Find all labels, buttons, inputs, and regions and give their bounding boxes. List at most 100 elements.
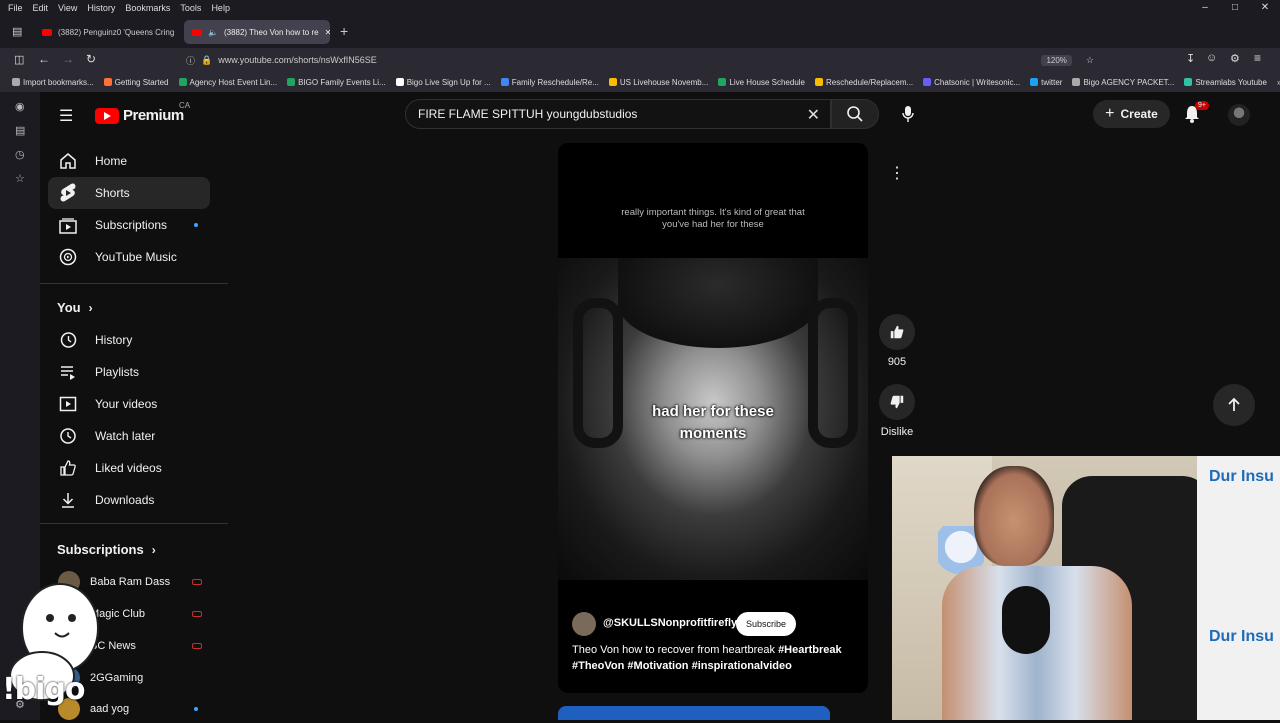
sidebar-divider: [40, 523, 228, 524]
maximize-icon[interactable]: □: [1220, 0, 1250, 16]
tab-theo-von[interactable]: 🔈 (3882) Theo Von how to re ✕: [184, 20, 330, 44]
minimize-icon[interactable]: –: [1190, 0, 1220, 16]
sidebar-item-shorts[interactable]: Shorts: [48, 177, 210, 209]
downloads-icon[interactable]: ↧: [1186, 52, 1195, 65]
tab-list-icon[interactable]: ▤: [12, 25, 22, 38]
url-bar[interactable]: ⓘ 🔒 www.youtube.com/shorts/nsWxfIN56SE 1…: [182, 51, 1102, 69]
bookmark-item[interactable]: Import bookmarks...: [12, 78, 94, 87]
bookmark-favicon-icon: [718, 78, 727, 86]
sidebar-item-watch-later[interactable]: Watch later: [48, 420, 210, 452]
menu-bookmarks[interactable]: Bookmarks: [125, 3, 170, 13]
short-title[interactable]: Theo Von how to recover from heartbreak …: [572, 642, 862, 674]
channel-name[interactable]: @SKULLSNonprofitfirefly: [603, 617, 737, 629]
bookmark-label: Import bookmarks...: [23, 77, 94, 87]
bookmark-item[interactable]: Family Reschedule/Re...: [500, 77, 599, 87]
close-window-icon[interactable]: ✕: [1250, 0, 1280, 16]
tab-close-icon[interactable]: ✕: [325, 28, 330, 37]
bookmark-item[interactable]: BIGO Family Events Li...: [287, 78, 386, 87]
menu-file[interactable]: File: [8, 3, 23, 13]
forward-icon[interactable]: →: [62, 52, 74, 66]
like-button[interactable]: [879, 314, 915, 350]
clear-search-icon[interactable]: ✕: [807, 105, 820, 125]
menu-edit[interactable]: Edit: [33, 3, 49, 13]
extensions-icon[interactable]: ⚙: [1230, 52, 1240, 65]
ai-chat-icon[interactable]: ◉: [15, 100, 25, 113]
zoom-level[interactable]: 120%: [1041, 54, 1072, 66]
sidebar-item-label: Shorts: [95, 186, 130, 200]
menu-history[interactable]: History: [87, 3, 115, 13]
shorts-icon: [60, 183, 76, 202]
synced-tabs-icon[interactable]: ▤: [15, 124, 25, 137]
create-button[interactable]: + Create: [1093, 100, 1170, 128]
bookmark-item[interactable]: Chatsonic | Writesonic...: [923, 78, 1020, 87]
hashtag-link[interactable]: #TheoVon #Motivation #inspirationalvideo: [572, 660, 792, 672]
bookmark-item[interactable]: Streamlabs Youtube: [1184, 78, 1267, 87]
sidebar-toggle-icon[interactable]: ◫: [14, 53, 24, 66]
search-input[interactable]: FIRE FLAME SPITTUH youngdubstudios ✕: [405, 99, 831, 129]
menu-view[interactable]: View: [58, 3, 77, 13]
sidebar-item-home[interactable]: Home: [48, 145, 210, 177]
tab-penguinz0[interactable]: (3882) Penguinz0 'Queens Cring ✕: [34, 20, 180, 44]
subscribe-button[interactable]: Subscribe: [736, 612, 796, 636]
microphone-icon: [902, 106, 914, 122]
history-sidebar-icon[interactable]: ◷: [15, 148, 25, 161]
short-video-player[interactable]: really important things. It's kind of gr…: [558, 143, 868, 693]
new-tab-icon[interactable]: +: [340, 23, 348, 39]
menu-help[interactable]: Help: [211, 3, 230, 13]
bookmark-item[interactable]: twitter: [1030, 78, 1062, 87]
poster-text: Dur Insu: [1209, 468, 1274, 485]
sidebar-item-youtube-music[interactable]: YouTube Music: [48, 241, 210, 273]
headphone-left-shape: [573, 298, 623, 448]
bookmark-item[interactable]: US Livehouse Novemb...: [608, 78, 708, 87]
bookmarks-sidebar-icon[interactable]: ☆: [15, 172, 25, 185]
previous-short-button[interactable]: [1213, 384, 1255, 426]
sidebar-item-playlists[interactable]: Playlists: [48, 356, 210, 388]
next-short-preview[interactable]: [558, 706, 830, 720]
video-caption: had her for these moments: [652, 403, 774, 442]
hashtag-link[interactable]: #Heartbreak: [778, 644, 842, 656]
bookmark-favicon-icon: [1184, 78, 1193, 86]
channel-avatar[interactable]: [572, 612, 596, 636]
bookmark-favicon-icon: [608, 78, 617, 86]
bookmark-item[interactable]: Agency Host Event Lin...: [178, 78, 277, 87]
bookmark-label: Getting Started: [114, 77, 169, 87]
site-info-icon[interactable]: ⓘ: [186, 54, 195, 67]
app-menu-icon[interactable]: ≡: [1254, 51, 1261, 65]
speaker-icon[interactable]: 🔈: [208, 28, 218, 37]
live-icon: [192, 579, 202, 585]
brand-label: Premium: [123, 107, 184, 124]
sidebar-item-history[interactable]: History: [48, 324, 210, 356]
country-code: CA: [179, 101, 191, 110]
bookmark-favicon-icon: [103, 78, 112, 86]
account-icon[interactable]: ☺: [1206, 52, 1217, 64]
you-section-header[interactable]: You ›: [57, 300, 93, 315]
bookmark-item[interactable]: Live House Schedule: [718, 78, 805, 87]
menu-tools[interactable]: Tools: [180, 3, 201, 13]
sidebar-item-label: Home: [95, 154, 128, 168]
sidebar-item-downloads[interactable]: Downloads: [48, 484, 210, 516]
bookmark-item[interactable]: Reschedule/Replacem...: [815, 78, 913, 87]
dislike-button[interactable]: [879, 384, 915, 420]
avatar[interactable]: [1228, 104, 1250, 126]
hamburger-menu-icon[interactable]: ☰: [59, 106, 73, 126]
bookmark-item[interactable]: Bigo Live Sign Up for ...: [395, 78, 491, 87]
bookmark-item[interactable]: Getting Started: [103, 77, 169, 87]
youtube-logo[interactable]: Premium: [95, 107, 184, 124]
back-icon[interactable]: ←: [38, 52, 50, 66]
more-options-button[interactable]: ⋮: [879, 156, 915, 192]
search-button[interactable]: [831, 99, 879, 129]
subscriptions-section-header[interactable]: Subscriptions ›: [57, 542, 156, 557]
bookmark-favicon-icon: [395, 78, 404, 86]
reload-icon[interactable]: ↻: [86, 52, 96, 66]
sidebar-item-label: History: [95, 333, 133, 347]
voice-search-button[interactable]: [891, 99, 925, 129]
notification-badge: 9+: [1195, 101, 1209, 110]
bookmark-favicon-icon: [287, 78, 296, 86]
sidebar-item-liked-videos[interactable]: Liked videos: [48, 452, 210, 484]
bookmark-star-icon[interactable]: ☆: [1086, 55, 1094, 66]
bookmark-item[interactable]: Bigo AGENCY PACKET...: [1072, 78, 1174, 87]
sidebar-item-your-videos[interactable]: Your videos: [48, 388, 210, 420]
bookmark-label: Family Reschedule/Re...: [511, 77, 599, 87]
home-icon: [60, 153, 76, 169]
sidebar-item-subscriptions[interactable]: Subscriptions: [48, 209, 210, 241]
